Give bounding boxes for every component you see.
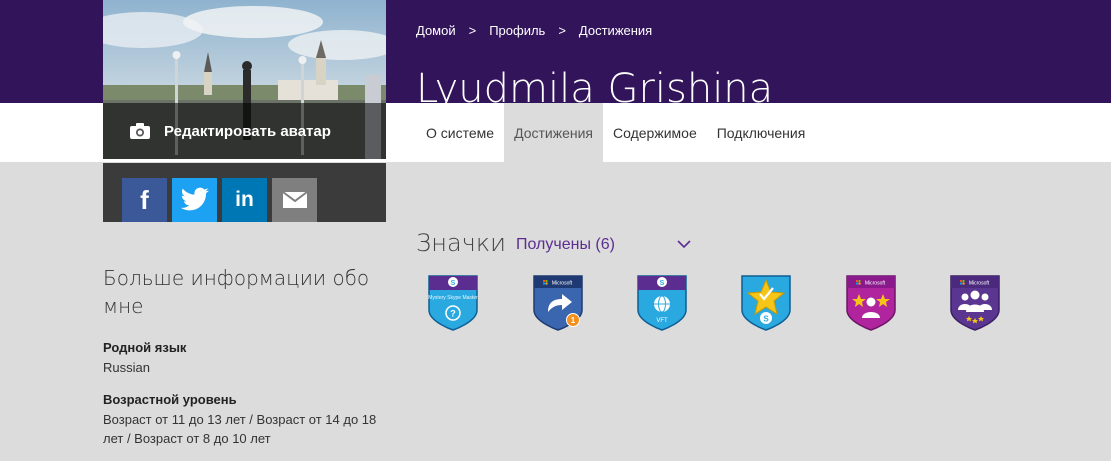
breadcrumb: Домой > Профиль > Достижения — [416, 23, 652, 38]
badge-label: Microsoft — [865, 281, 886, 287]
badge-label: VFT — [656, 318, 668, 324]
linkedin-share-button[interactable]: in — [222, 178, 267, 222]
svg-text:S: S — [451, 280, 456, 287]
badges-title: Значки — [416, 229, 506, 257]
badge-count: 1 — [571, 316, 576, 325]
age-level-label: Возрастной уровень — [103, 392, 237, 407]
tab-about[interactable]: О системе — [416, 103, 504, 162]
badge-skype-vft[interactable]: S VFT — [634, 272, 690, 332]
envelope-icon — [281, 191, 308, 208]
twitter-share-button[interactable] — [172, 178, 217, 222]
breadcrumb-separator: > — [468, 23, 477, 38]
edit-avatar-label: Редактировать аватар — [164, 122, 331, 140]
email-share-button[interactable] — [272, 178, 317, 222]
tab-achievements[interactable]: Достижения — [504, 103, 604, 162]
badge-label: Microsoft — [552, 281, 573, 287]
facebook-icon: f — [140, 184, 149, 215]
about-title: Больше информации обо мне — [103, 266, 370, 318]
skype-badge-icon: S Mystery Skype Master ? — [428, 275, 478, 331]
question-icon: ? — [450, 309, 456, 319]
native-language-value: Russian — [103, 360, 150, 375]
camera-icon — [130, 123, 150, 139]
microsoft-badge-icon: Microsoft — [950, 275, 1000, 331]
badge-microsoft-share[interactable]: Microsoft 1 — [530, 272, 586, 332]
badge-skype-star[interactable]: S — [738, 272, 794, 332]
age-level-value: Возраст от 11 до 13 лет / Возраст от 14 … — [103, 412, 377, 446]
twitter-icon — [180, 187, 209, 211]
badge-label: Mystery Skype Master — [428, 295, 478, 301]
badge-label: Microsoft — [969, 281, 990, 287]
facebook-share-button[interactable]: f — [122, 178, 167, 222]
avatar[interactable]: Редактировать аватар — [103, 0, 386, 159]
breadcrumb-separator: > — [558, 23, 566, 38]
breadcrumb-achievements[interactable]: Достижения — [579, 23, 652, 38]
edit-avatar-button[interactable]: Редактировать аватар — [103, 103, 386, 159]
microsoft-badge-icon: Microsoft — [846, 275, 896, 331]
skype-badge-icon: S VFT — [637, 275, 687, 331]
user-name: Lyudmila Grishina — [416, 66, 774, 103]
badge-mystery-skype-master[interactable]: S Mystery Skype Master ? — [425, 272, 481, 332]
svg-text:S: S — [763, 315, 769, 324]
native-language-label: Родной язык — [103, 340, 187, 355]
badges-filter-dropdown[interactable]: Получены (6) — [516, 236, 615, 254]
breadcrumb-profile[interactable]: Профиль — [489, 23, 545, 38]
profile-tabs: О системе Достижения Содержимое Подключе… — [416, 103, 815, 162]
linkedin-icon: in — [235, 188, 254, 211]
breadcrumb-home[interactable]: Домой — [416, 23, 456, 38]
svg-text:S: S — [660, 280, 665, 287]
badge-microsoft-group[interactable]: Microsoft — [947, 272, 1003, 332]
microsoft-badge-icon: Microsoft 1 — [533, 275, 583, 331]
tab-connections[interactable]: Подключения — [707, 103, 816, 162]
tab-content[interactable]: Содержимое — [603, 103, 707, 162]
chevron-down-icon[interactable] — [676, 238, 692, 250]
badge-microsoft-community[interactable]: Microsoft — [843, 272, 899, 332]
skype-badge-icon: S — [741, 275, 791, 331]
